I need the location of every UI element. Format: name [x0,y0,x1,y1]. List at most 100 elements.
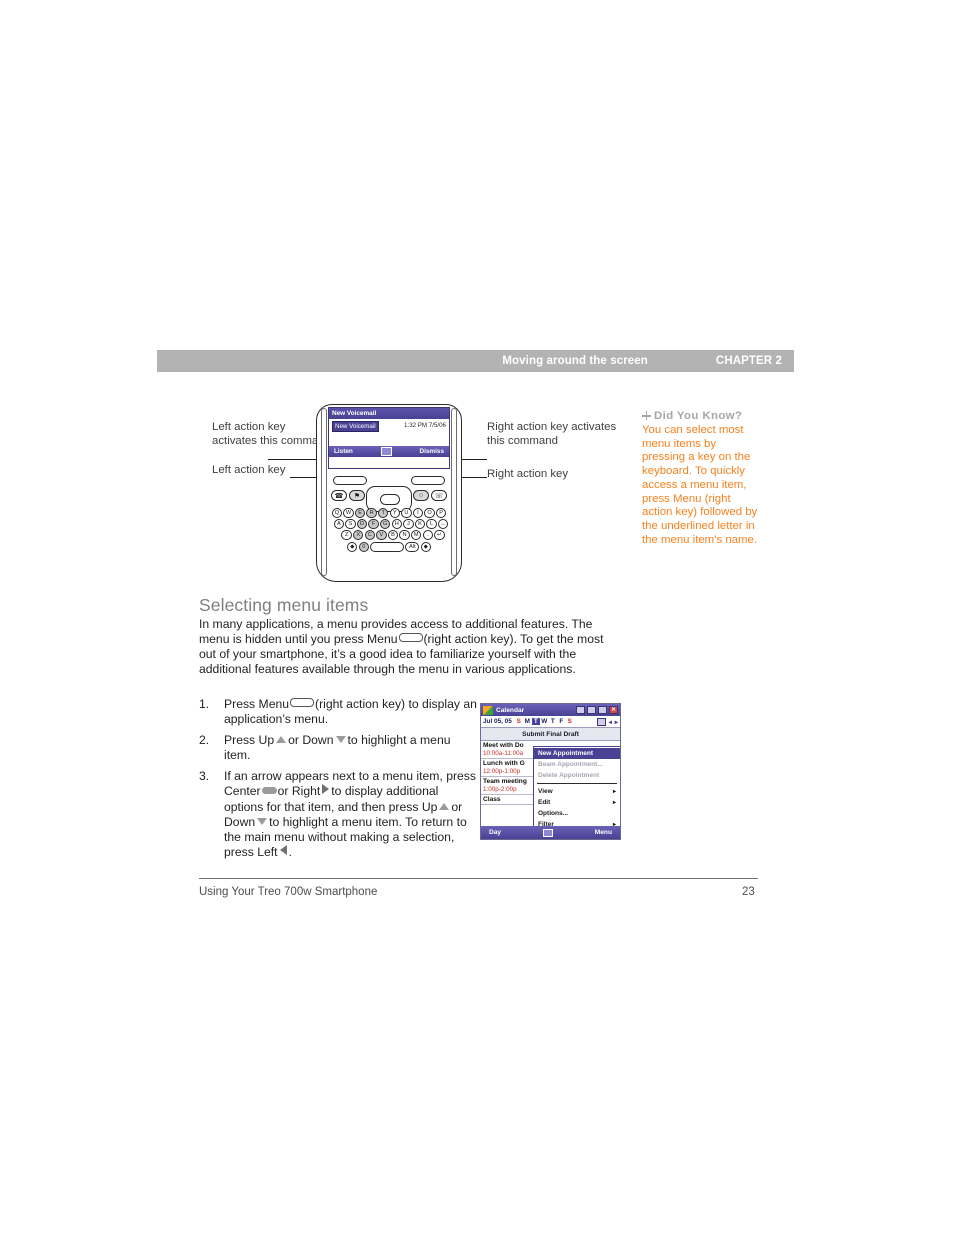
key-enter[interactable]: ↵ [434,530,445,541]
calendar-title-bar: Calendar ✕ [481,704,620,716]
dow-friday[interactable]: F [557,718,565,725]
key-z[interactable]: Z [341,530,352,541]
key-k[interactable]: K [414,519,426,530]
phone-screen-title: New Voicemail [329,408,449,419]
key-p[interactable]: P [435,508,447,518]
right-action-key[interactable] [411,476,445,485]
key-q[interactable]: Q [331,508,343,518]
today-icon[interactable] [596,717,606,726]
keyboard-row-1: Q W E R T Y U I O P [326,508,452,518]
dow-wednesday[interactable]: W [540,718,548,725]
key-b[interactable]: B [387,530,399,541]
key-y[interactable]: Y [389,508,400,518]
keyboard-icon[interactable] [380,447,392,456]
center-key[interactable] [380,494,400,505]
down-arrow-icon [257,817,268,825]
key-c[interactable]: C [364,530,376,541]
section-heading: Selecting menu items [199,595,369,615]
prev-arrow-icon[interactable]: ◂ [609,718,612,726]
dow-monday[interactable]: M [523,718,531,725]
did-you-know-heading: Did You Know? [642,410,762,422]
callout-left-action-activates: Left action key activates this command [212,421,332,448]
key-u[interactable]: U [401,508,412,518]
voicemail-list-item[interactable]: New Voicemail [332,421,379,432]
close-icon[interactable]: ✕ [609,706,618,714]
center-key-icon [261,787,277,795]
did-you-know-body: You can select most menu items by pressi… [642,424,758,546]
softkey-menu[interactable]: Menu [595,829,612,836]
key-w[interactable]: W [343,508,354,518]
status-icons: ✕ [576,706,618,714]
phone-screen-body: New Voicemail 1:32 PM 7/5/06 Listen Dism… [329,419,449,457]
step-1: 1. Press Menu (right action key) to displ… [199,697,477,727]
calendar-softkey-bar: Day Menu [481,826,620,839]
key-r[interactable]: R [366,508,377,518]
input-panel-icon[interactable] [576,706,585,714]
key-n[interactable]: N [399,530,410,541]
battery-icon[interactable] [598,706,607,714]
did-you-know-heading-text: Did You Know? [654,410,743,422]
key-d[interactable]: D [356,519,368,530]
calendar-app-title: Calendar [496,706,525,714]
voicemail-timestamp: 1:32 PM 7/5/06 [404,422,446,429]
softkey-day[interactable]: Day [489,829,501,836]
menu-item-label: View [538,788,553,795]
key-m[interactable]: M [410,530,422,541]
phone-send-key[interactable]: ☎ [331,490,347,501]
key-g[interactable]: G [380,519,391,530]
dow-thursday[interactable]: T [549,718,557,725]
calendar-subject-bar: Submit Final Draft [481,728,620,741]
keyboard-icon[interactable] [542,828,553,837]
qwerty-keyboard[interactable]: Q W E R T Y U I O P A S D F G H J K L ← … [326,508,452,553]
dow-saturday[interactable]: S [566,718,574,725]
signal-icon[interactable] [587,706,596,714]
steps-list: 1. Press Menu (right action key) to displ… [199,697,477,866]
menu-item-edit[interactable]: Edit ▸ [534,797,620,808]
key-v[interactable]: V [376,530,387,541]
left-action-key[interactable] [333,476,367,485]
key-alt[interactable]: Alt [405,541,420,552]
key-t[interactable]: T [378,508,389,518]
menu-item-arrow: ▸ [612,800,616,806]
menu-item-delete-appointment[interactable]: Delete Appointment [534,770,620,781]
step-2-part-a: Press Up [224,733,275,748]
key-x[interactable]: X [353,530,364,541]
ok-key[interactable]: ○ [413,490,429,501]
key-i[interactable]: I [412,508,424,518]
menu-item-label: Beam Appointment... [538,761,603,768]
key-0[interactable]: 0 [358,541,369,552]
key-period[interactable]: . [422,530,433,541]
key-e[interactable]: E [354,508,366,518]
next-arrow-icon[interactable]: ▸ [615,718,618,726]
menu-item-new-appointment[interactable]: New Appointment [534,748,620,759]
dow-sunday[interactable]: S [515,718,523,725]
key-o[interactable]: O [424,508,435,518]
calendar-nav: ◂ ▸ [596,717,618,726]
key-l[interactable]: L [426,519,437,530]
start-menu-key[interactable]: ⚑ [349,490,365,501]
menu-item-options[interactable]: Options... [534,808,620,819]
key-f[interactable]: F [368,519,379,530]
day-of-week-strip[interactable]: S M T W T F S [515,718,574,725]
callout-right-action-key: Right action key [487,468,569,480]
menu-item-label: Options... [538,810,568,817]
phone-screen-softkey-bar: Listen Dismiss [329,446,449,457]
down-arrow-icon [335,736,346,744]
key-shift-left[interactable]: ◆ [347,541,358,552]
key-shift-right[interactable]: ◆ [420,541,431,552]
softkey-dismiss[interactable]: Dismiss [419,448,444,455]
softkey-listen[interactable]: Listen [334,448,353,455]
menu-item-view[interactable]: View ▸ [534,786,620,797]
phone-end-key[interactable]: ☏ [431,490,447,501]
dow-tuesday[interactable]: T [531,718,540,725]
key-backspace[interactable]: ← [437,519,449,530]
key-s[interactable]: S [345,519,356,530]
start-menu-icon[interactable] [483,705,493,715]
key-j[interactable]: J [403,519,414,530]
keyboard-row-3: Z X C V B N M . ↵ [326,530,452,541]
menu-item-beam-appointment[interactable]: Beam Appointment... [534,759,620,770]
key-space[interactable] [370,541,405,552]
key-a[interactable]: A [333,519,345,530]
key-h[interactable]: H [391,519,402,530]
step-3-number: 3. [199,769,210,784]
